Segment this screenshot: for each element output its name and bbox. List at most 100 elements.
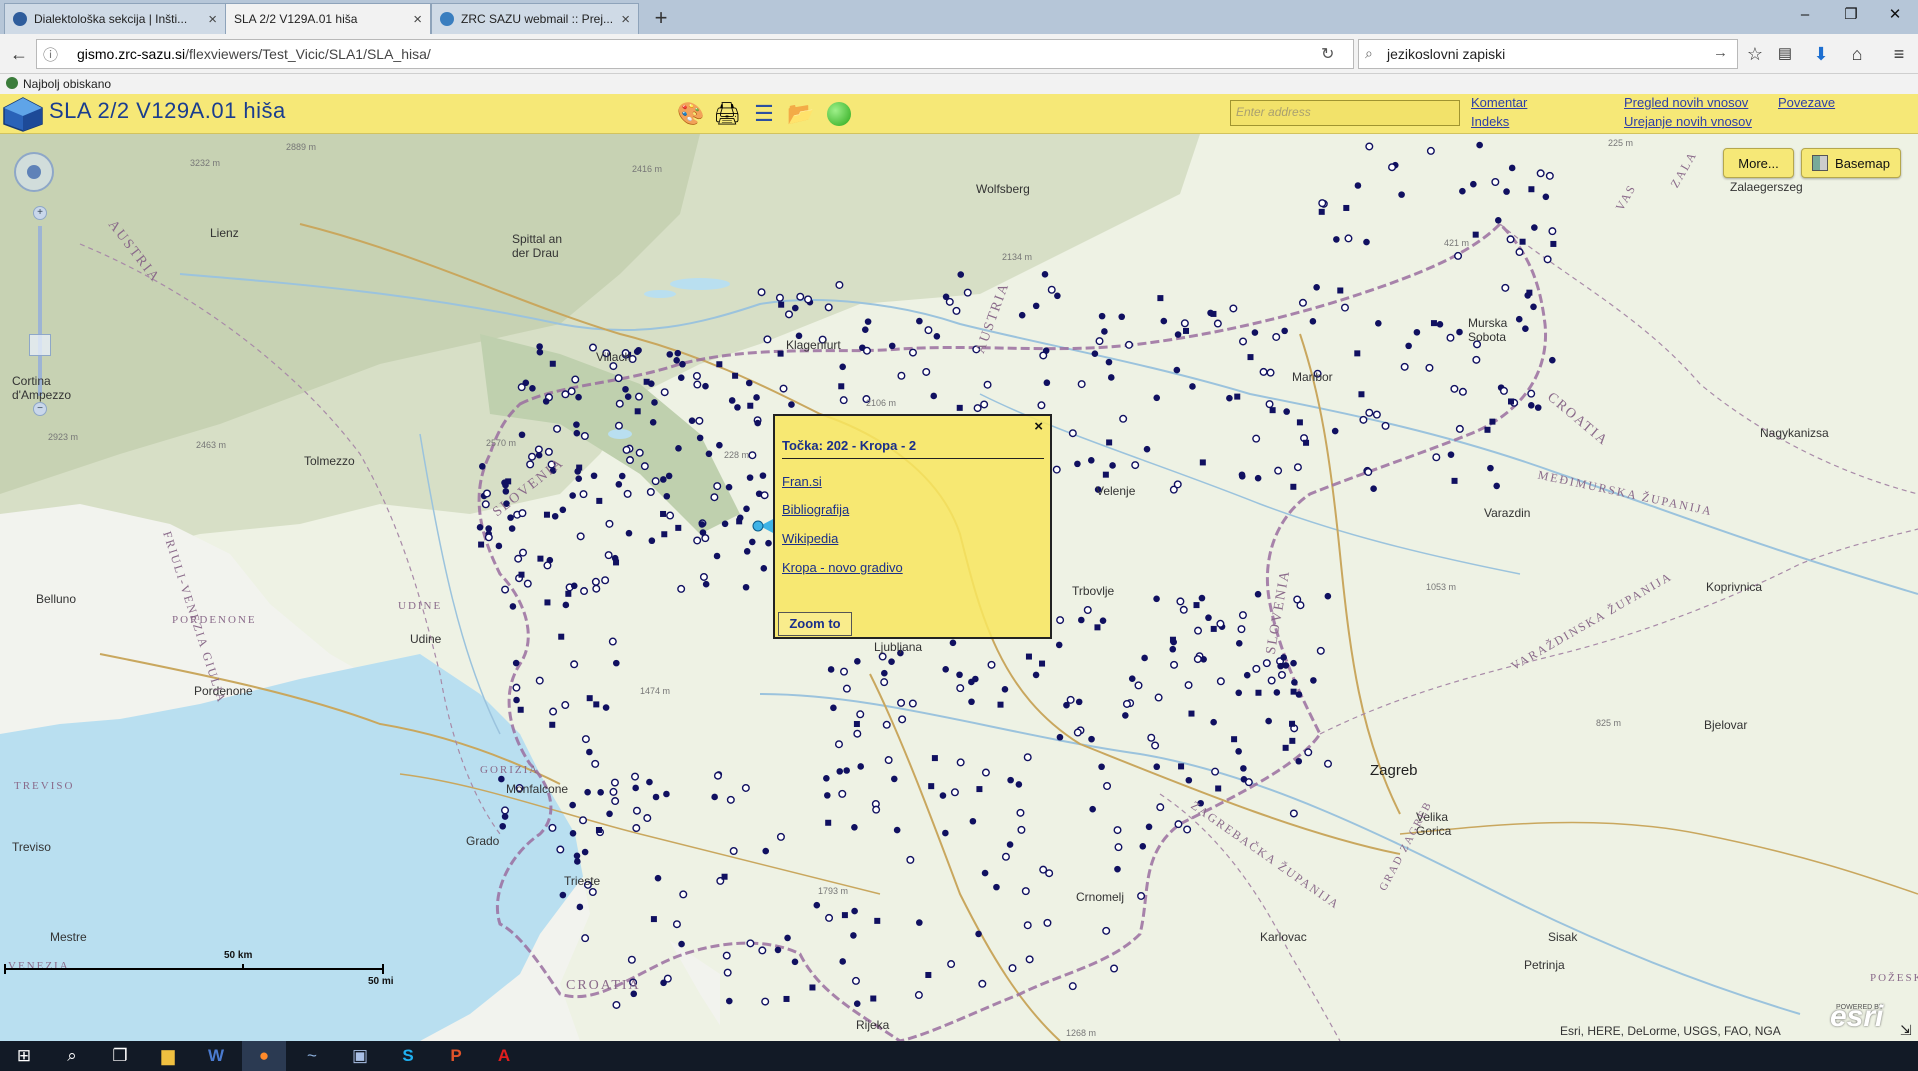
survey-point-filled[interactable] — [1089, 805, 1096, 813]
survey-point-open[interactable] — [1548, 227, 1557, 236]
survey-point-filled[interactable] — [1075, 698, 1083, 706]
pan-compass-control[interactable] — [14, 152, 54, 192]
popup-link-fran[interactable]: Fran.si — [782, 474, 822, 489]
survey-point-filled[interactable] — [1280, 654, 1287, 661]
survey-point-open[interactable] — [834, 740, 843, 749]
survey-point-filled[interactable] — [1145, 823, 1153, 831]
survey-point-open[interactable] — [1147, 733, 1156, 742]
survey-point-filled[interactable] — [573, 421, 580, 428]
survey-point-square[interactable] — [1528, 186, 1535, 193]
survey-point-filled[interactable] — [1333, 236, 1340, 243]
survey-point-filled[interactable] — [725, 483, 733, 491]
survey-point-filled[interactable] — [760, 565, 768, 572]
survey-point-open[interactable] — [1125, 340, 1134, 349]
reload-icon[interactable]: ↻ — [1321, 44, 1334, 64]
survey-point-square[interactable] — [549, 360, 556, 367]
survey-point-square[interactable] — [732, 372, 739, 379]
survey-point-square[interactable] — [716, 361, 723, 368]
survey-point-filled[interactable] — [1041, 271, 1049, 278]
survey-point-open[interactable] — [611, 797, 620, 806]
survey-point-filled[interactable] — [1043, 379, 1051, 387]
survey-point-open[interactable] — [601, 576, 610, 585]
survey-point-filled[interactable] — [1153, 763, 1161, 771]
survey-point-filled[interactable] — [933, 332, 941, 340]
survey-point-filled[interactable] — [648, 537, 656, 545]
survey-point-open[interactable] — [646, 488, 655, 497]
survey-point-square[interactable] — [1178, 763, 1185, 770]
survey-point-open[interactable] — [1340, 303, 1349, 312]
survey-point-open[interactable] — [526, 460, 535, 469]
survey-point-filled[interactable] — [1001, 685, 1009, 693]
survey-point-filled[interactable] — [559, 891, 567, 899]
survey-point-open[interactable] — [914, 991, 923, 1000]
survey-point-filled[interactable] — [1077, 616, 1085, 624]
survey-point-open[interactable] — [1289, 809, 1298, 818]
survey-point-open[interactable] — [758, 946, 767, 955]
survey-point-square[interactable] — [976, 786, 983, 793]
survey-point-square[interactable] — [1337, 287, 1344, 294]
survey-point-filled[interactable] — [754, 419, 762, 427]
firefox-icon[interactable]: ● — [242, 1041, 286, 1071]
survey-point-filled[interactable] — [602, 704, 610, 711]
survey-point-open[interactable] — [882, 720, 891, 729]
survey-point-open[interactable] — [519, 548, 528, 557]
survey-point-filled[interactable] — [1405, 342, 1412, 350]
close-icon[interactable]: × — [413, 11, 422, 28]
survey-point-filled[interactable] — [713, 552, 721, 560]
acrobat-icon[interactable]: A — [482, 1041, 526, 1071]
survey-point-filled[interactable] — [618, 472, 626, 480]
survey-point-filled[interactable] — [1309, 318, 1317, 325]
survey-point-filled[interactable] — [678, 940, 685, 948]
survey-point-open[interactable] — [980, 400, 989, 409]
survey-point-filled[interactable] — [495, 542, 503, 550]
survey-point-open[interactable] — [580, 431, 589, 440]
survey-point-open[interactable] — [1364, 468, 1373, 477]
survey-point-filled[interactable] — [854, 658, 861, 665]
survey-point-filled[interactable] — [791, 958, 799, 966]
survey-point-open[interactable] — [614, 374, 623, 383]
survey-point-open[interactable] — [663, 974, 672, 983]
link-komentar[interactable]: Komentar — [1471, 95, 1527, 110]
survey-point-open[interactable] — [627, 955, 636, 964]
survey-point-filled[interactable] — [716, 441, 723, 449]
survey-point-filled[interactable] — [597, 789, 604, 796]
survey-point-filled[interactable] — [663, 790, 670, 798]
survey-point-square[interactable] — [1290, 688, 1297, 695]
survey-point-square[interactable] — [1231, 736, 1238, 743]
survey-point-filled[interactable] — [698, 521, 706, 528]
survey-point-filled[interactable] — [1087, 457, 1095, 464]
survey-point-filled[interactable] — [1530, 303, 1537, 311]
survey-point-filled[interactable] — [1114, 865, 1121, 873]
survey-point-open[interactable] — [517, 383, 526, 392]
survey-point-open[interactable] — [634, 392, 643, 401]
star-icon[interactable]: ☆ — [1742, 42, 1768, 66]
survey-point-open[interactable] — [604, 551, 613, 560]
survey-point-filled[interactable] — [1290, 659, 1297, 667]
survey-point-square[interactable] — [478, 541, 485, 548]
survey-point-open[interactable] — [723, 968, 732, 977]
survey-point-open[interactable] — [757, 288, 766, 297]
survey-point-square[interactable] — [1102, 471, 1109, 478]
survey-point-square[interactable] — [1199, 459, 1206, 466]
survey-point-open[interactable] — [1113, 826, 1122, 835]
survey-point-open[interactable] — [1023, 921, 1032, 930]
survey-point-open[interactable] — [626, 456, 635, 465]
survey-point-open[interactable] — [1304, 748, 1313, 757]
survey-point-open[interactable] — [1179, 605, 1188, 614]
survey-point-filled[interactable] — [957, 271, 965, 278]
survey-point-filled[interactable] — [1226, 394, 1233, 402]
survey-point-open[interactable] — [677, 584, 686, 593]
survey-point-filled[interactable] — [509, 603, 517, 610]
survey-point-square[interactable] — [1354, 350, 1361, 357]
survey-point-open[interactable] — [722, 951, 731, 960]
task-view-icon[interactable]: ❐ — [98, 1041, 142, 1071]
survey-point-open[interactable] — [610, 778, 619, 787]
survey-point-open[interactable] — [571, 375, 580, 384]
survey-point-filled[interactable] — [573, 429, 581, 437]
survey-point-square[interactable] — [518, 571, 525, 578]
survey-point-filled[interactable] — [654, 874, 662, 882]
survey-point-square[interactable] — [777, 350, 784, 357]
survey-point-square[interactable] — [1039, 660, 1046, 667]
survey-point-filled[interactable] — [851, 907, 858, 915]
survey-point-filled[interactable] — [1254, 474, 1262, 482]
